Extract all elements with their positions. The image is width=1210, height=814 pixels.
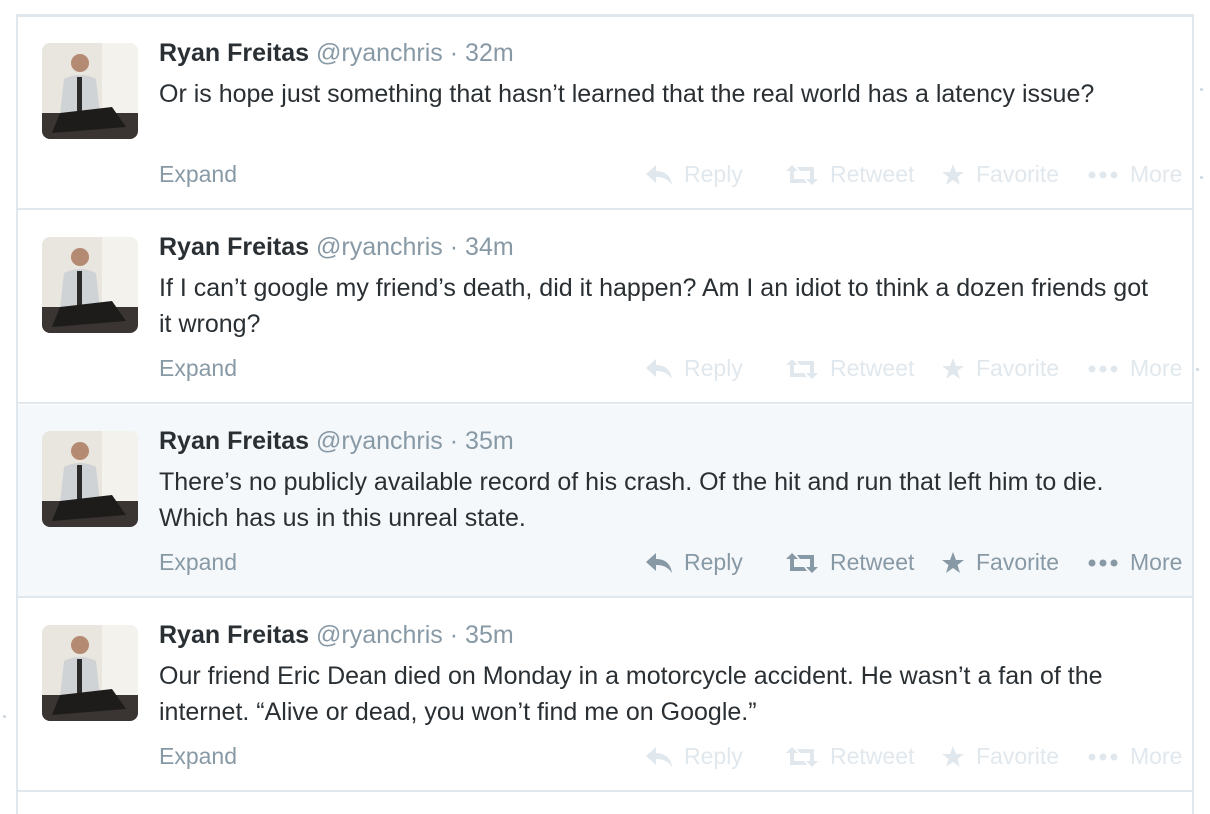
favorite-button[interactable]: Favorite <box>942 161 1059 188</box>
reply-icon <box>646 746 672 767</box>
tweet-header: Ryan Freitas @ryanchris · 35m <box>159 621 514 650</box>
reply-label: Reply <box>684 549 743 575</box>
more-label: More <box>1130 549 1183 575</box>
expand-link[interactable]: Expand <box>159 743 237 770</box>
author-handle[interactable]: @ryanchris <box>316 621 443 649</box>
star-icon <box>942 163 964 185</box>
more-button[interactable]: More <box>1088 743 1182 770</box>
reply-button[interactable]: Reply <box>646 355 743 382</box>
author-name[interactable]: Ryan Freitas <box>159 39 309 67</box>
favorite-button[interactable]: Favorite <box>942 743 1059 770</box>
more-label: More <box>1130 743 1183 769</box>
reply-button[interactable]: Reply <box>646 549 743 576</box>
author-name[interactable]: Ryan Freitas <box>159 233 309 261</box>
retweet-icon <box>786 746 818 767</box>
more-button[interactable]: More <box>1088 161 1182 188</box>
tweet-item[interactable]: Ryan Freitas @ryanchris · 32m Or is hope… <box>18 17 1192 210</box>
more-button[interactable]: More <box>1088 355 1182 382</box>
retweet-label: Retweet <box>830 355 915 381</box>
avatar[interactable] <box>42 625 138 721</box>
star-icon <box>942 745 964 767</box>
author-name[interactable]: Ryan Freitas <box>159 427 309 455</box>
expand-link[interactable]: Expand <box>159 549 237 576</box>
more-label: More <box>1130 355 1183 381</box>
tweet-text: Our friend Eric Dean died on Monday in a… <box>159 662 1103 726</box>
favorite-button[interactable]: Favorite <box>942 355 1059 382</box>
star-icon <box>942 357 964 379</box>
reply-icon <box>646 164 672 185</box>
favorite-label: Favorite <box>976 549 1060 575</box>
more-label: More <box>1130 161 1183 187</box>
tweet-header: Ryan Freitas @ryanchris · 34m <box>159 233 514 262</box>
edge-marker <box>1200 176 1203 179</box>
retweet-button[interactable]: Retweet <box>786 549 914 576</box>
reply-label: Reply <box>684 743 743 769</box>
edge-marker <box>3 715 6 718</box>
tweet-timeline: Ryan Freitas @ryanchris · 32m Or is hope… <box>16 14 1194 814</box>
ellipsis-icon <box>1088 753 1118 760</box>
more-button[interactable]: More <box>1088 549 1182 576</box>
author-name[interactable]: Ryan Freitas <box>159 621 309 649</box>
author-handle[interactable]: @ryanchris <box>316 39 443 67</box>
reply-button[interactable]: Reply <box>646 743 743 770</box>
favorite-label: Favorite <box>976 161 1060 187</box>
tweet-header: Ryan Freitas @ryanchris · 35m <box>159 427 514 456</box>
author-handle[interactable]: @ryanchris <box>316 233 443 261</box>
reply-icon <box>646 358 672 379</box>
retweet-icon <box>786 164 818 185</box>
tweet-item[interactable]: Ryan Freitas @ryanchris · 35m There’s no… <box>18 405 1192 598</box>
ellipsis-icon <box>1088 365 1118 372</box>
tweet-text: There’s no publicly available record of … <box>159 468 1104 532</box>
retweet-button[interactable]: Retweet <box>786 743 914 770</box>
tweet-item[interactable]: Ryan Freitas @ryanchris · 35m Our friend… <box>18 599 1192 792</box>
retweet-label: Retweet <box>830 161 915 187</box>
expand-link[interactable]: Expand <box>159 161 237 188</box>
tweet-header: Ryan Freitas @ryanchris · 32m <box>159 39 514 68</box>
tweet-timestamp[interactable]: · 35m <box>450 427 514 455</box>
retweet-label: Retweet <box>830 549 915 575</box>
retweet-icon <box>786 552 818 573</box>
author-handle[interactable]: @ryanchris <box>316 427 443 455</box>
avatar[interactable] <box>42 237 138 333</box>
favorite-button[interactable]: Favorite <box>942 549 1059 576</box>
retweet-icon <box>786 358 818 379</box>
favorite-label: Favorite <box>976 743 1060 769</box>
tweet-item[interactable]: Ryan Freitas @ryanchris · 34m If I can’t… <box>18 211 1192 404</box>
edge-marker <box>1200 88 1203 91</box>
ellipsis-icon <box>1088 171 1118 178</box>
expand-link[interactable]: Expand <box>159 355 237 382</box>
ellipsis-icon <box>1088 559 1118 566</box>
favorite-label: Favorite <box>976 355 1060 381</box>
retweet-label: Retweet <box>830 743 915 769</box>
edge-marker <box>1196 368 1199 371</box>
reply-label: Reply <box>684 355 743 381</box>
tweet-timestamp[interactable]: · 34m <box>450 233 514 261</box>
reply-button[interactable]: Reply <box>646 161 743 188</box>
reply-label: Reply <box>684 161 743 187</box>
avatar[interactable] <box>42 431 138 527</box>
tweet-timestamp[interactable]: · 35m <box>450 621 514 649</box>
tweet-timestamp[interactable]: · 32m <box>450 39 514 67</box>
tweet-text: If I can’t google my friend’s death, did… <box>159 274 1149 338</box>
tweet-text: Or is hope just something that hasn’t le… <box>159 80 1095 108</box>
retweet-button[interactable]: Retweet <box>786 161 914 188</box>
reply-icon <box>646 552 672 573</box>
retweet-button[interactable]: Retweet <box>786 355 914 382</box>
avatar[interactable] <box>42 43 138 139</box>
star-icon <box>942 551 964 573</box>
